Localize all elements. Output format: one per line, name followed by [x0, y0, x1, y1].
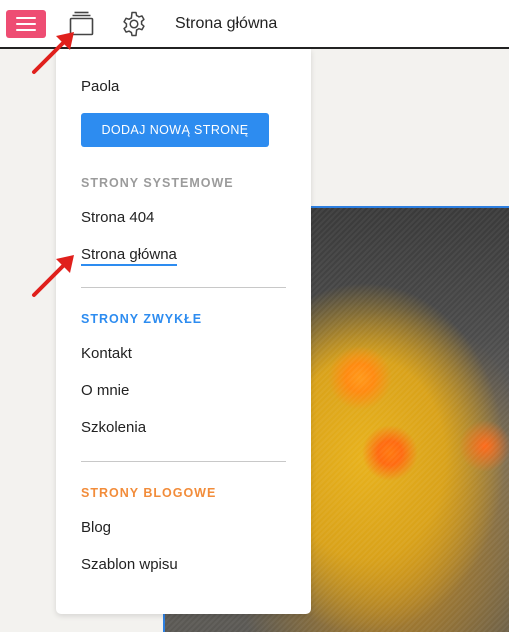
annotation-arrow — [32, 32, 74, 74]
section-divider — [81, 461, 286, 462]
regular-pages-heading: STRONY ZWYKŁE — [81, 312, 203, 326]
blog-pages-heading: STRONY BLOGOWE — [81, 486, 217, 500]
site-name: Paola — [81, 78, 120, 95]
hamburger-line — [16, 23, 36, 25]
page-item-trainings[interactable]: Szkolenia — [81, 419, 146, 436]
page-item-blog[interactable]: Blog — [81, 519, 111, 536]
page-title: Strona główna — [175, 15, 278, 32]
page-item-home[interactable]: Strona główna — [81, 246, 177, 266]
page-item-post-template[interactable]: Szablon wpisu — [81, 556, 178, 573]
settings-button[interactable] — [120, 10, 148, 38]
hamburger-line — [16, 17, 36, 19]
section-divider — [81, 287, 286, 288]
gear-icon — [123, 11, 145, 37]
page-item-404[interactable]: Strona 404 — [81, 209, 154, 226]
page-item-contact[interactable]: Kontakt — [81, 345, 132, 362]
add-new-page-button[interactable]: DODAJ NOWĄ STRONĘ — [81, 113, 269, 147]
page-item-about[interactable]: O mnie — [81, 382, 129, 399]
pages-dropdown-panel: Paola DODAJ NOWĄ STRONĘ STRONY SYSTEMOWE… — [56, 49, 311, 614]
system-pages-heading: STRONY SYSTEMOWE — [81, 176, 234, 190]
annotation-arrow — [32, 255, 74, 297]
